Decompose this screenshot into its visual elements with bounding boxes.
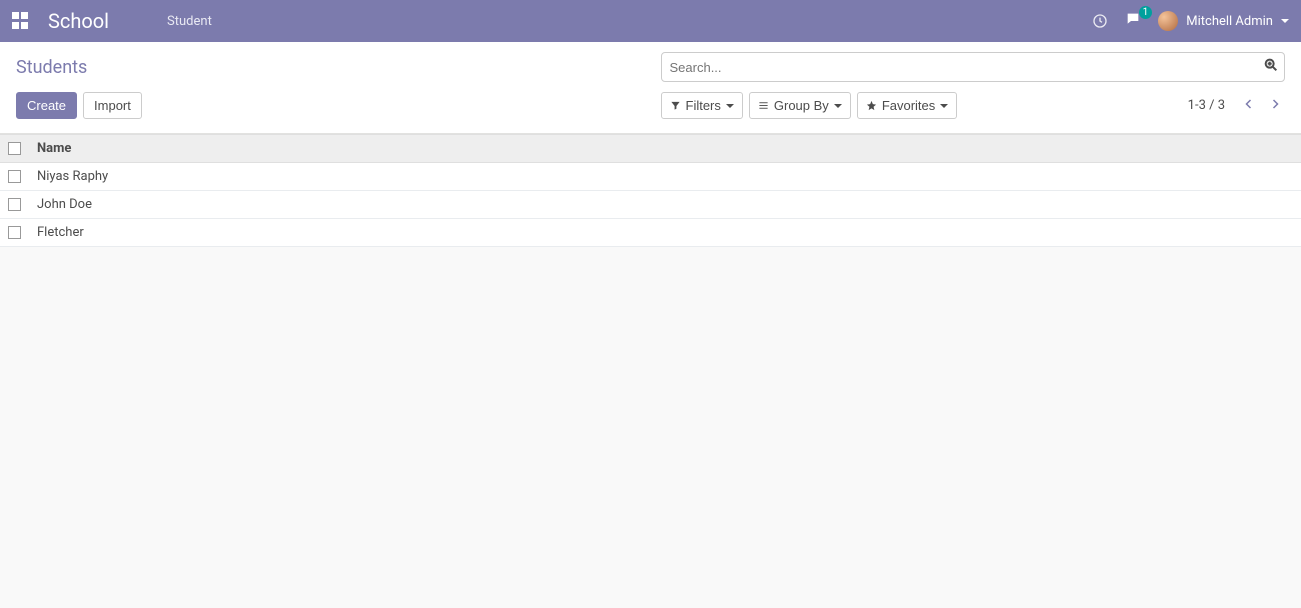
action-buttons: Create Import <box>16 92 641 119</box>
pager-next[interactable] <box>1265 94 1285 118</box>
favorites-label: Favorites <box>882 98 935 113</box>
app-title[interactable]: School <box>48 9 109 33</box>
discuss-badge: 1 <box>1139 6 1153 19</box>
funnel-icon <box>670 100 681 111</box>
cell-name: Niyas Raphy <box>29 163 1301 191</box>
table-row[interactable]: Niyas Raphy <box>0 163 1301 191</box>
breadcrumb: Students <box>16 57 641 78</box>
cell-name: John Doe <box>29 191 1301 219</box>
select-all-checkbox[interactable] <box>8 142 21 155</box>
select-all-header <box>0 135 29 163</box>
filters-button[interactable]: Filters <box>661 92 743 119</box>
pager-prev[interactable] <box>1239 94 1259 118</box>
groupby-label: Group By <box>774 98 829 113</box>
table-row[interactable]: Fletcher <box>0 219 1301 247</box>
chevron-left-icon <box>1243 98 1255 110</box>
user-name: Mitchell Admin <box>1186 14 1273 29</box>
avatar <box>1158 11 1178 31</box>
user-menu[interactable]: Mitchell Admin <box>1158 11 1289 31</box>
control-panel: Students Create Import Filters Group By … <box>0 42 1301 134</box>
search-container <box>661 52 1286 82</box>
main-navbar: School Student 1 Mitchell Admin <box>0 0 1301 42</box>
chevron-right-icon <box>1269 98 1281 110</box>
groupby-button[interactable]: Group By <box>749 92 851 119</box>
students-table: Name Niyas Raphy John Doe Fletcher <box>0 134 1301 247</box>
table-row[interactable]: John Doe <box>0 191 1301 219</box>
content-area: Name Niyas Raphy John Doe Fletcher <box>0 134 1301 534</box>
caret-down-icon <box>940 104 948 108</box>
caret-down-icon <box>726 104 734 108</box>
filters-label: Filters <box>686 98 721 113</box>
row-checkbox[interactable] <box>8 170 21 183</box>
filters-bar: Filters Group By Favorites 1-3 / 3 <box>661 92 1286 119</box>
list-icon <box>758 100 769 111</box>
page-title: Students <box>16 57 87 78</box>
row-checkbox[interactable] <box>8 226 21 239</box>
create-button[interactable]: Create <box>16 92 77 119</box>
menu-student[interactable]: Student <box>167 14 212 29</box>
cell-name: Fletcher <box>29 219 1301 247</box>
caret-down-icon <box>1281 19 1289 23</box>
search-icon[interactable] <box>1263 57 1279 77</box>
apps-icon[interactable] <box>12 12 30 30</box>
col-name[interactable]: Name <box>29 135 1301 163</box>
favorites-button[interactable]: Favorites <box>857 92 957 119</box>
activity-icon[interactable] <box>1092 13 1108 29</box>
discuss-icon[interactable]: 1 <box>1124 11 1142 31</box>
caret-down-icon <box>834 104 842 108</box>
star-icon <box>866 100 877 111</box>
import-button[interactable]: Import <box>83 92 142 119</box>
search-input[interactable] <box>661 52 1286 82</box>
row-checkbox[interactable] <box>8 198 21 211</box>
pager-range: 1-3 / 3 <box>1188 98 1225 113</box>
